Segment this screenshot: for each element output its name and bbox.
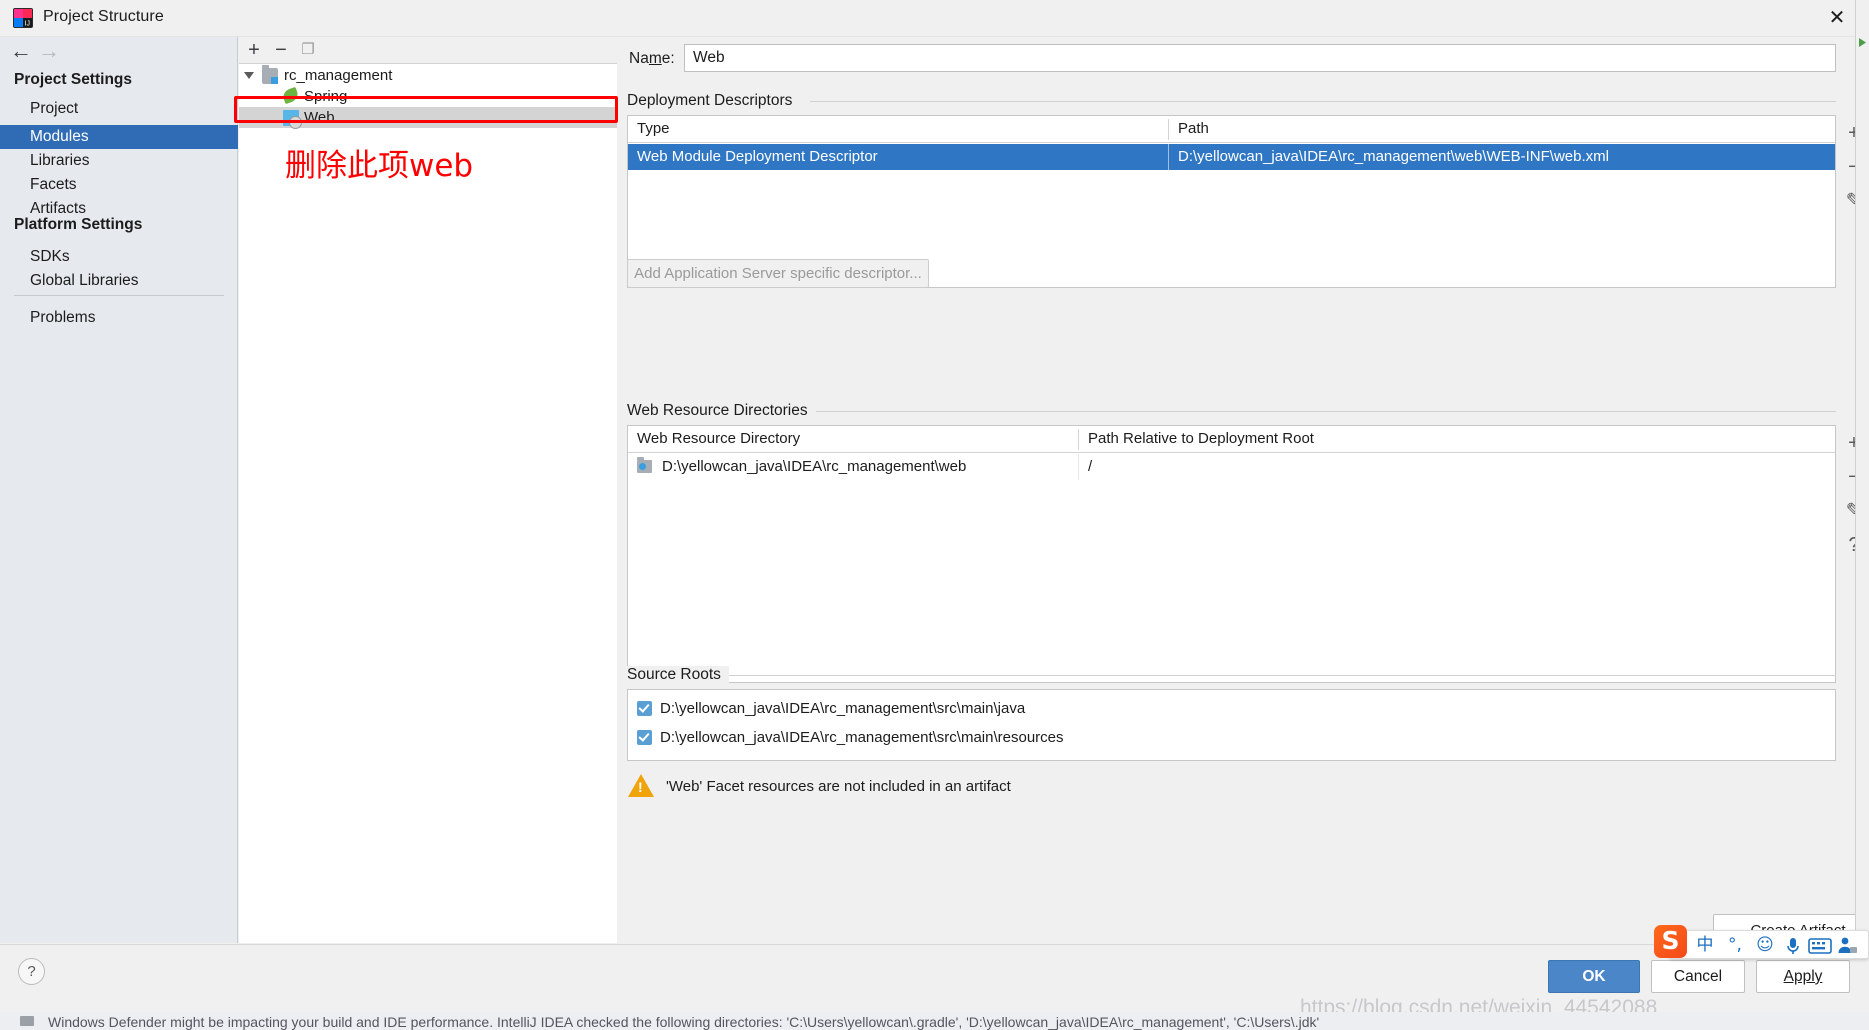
source-roots-list: D:\yellowcan_java\IDEA\rc_management\src… — [627, 689, 1836, 761]
background-window-edge — [1855, 0, 1869, 944]
chevron-down-icon[interactable] — [244, 72, 254, 79]
sidebar-item-project[interactable]: Project — [0, 97, 238, 121]
close-icon[interactable]: ✕ — [1825, 6, 1849, 30]
window-title: Project Structure — [43, 8, 164, 25]
table-header: Type Path — [628, 116, 1835, 143]
annotation-note-text: 删除此项web — [285, 148, 474, 184]
add-app-server-descriptor-button[interactable]: Add Application Server specific descript… — [627, 259, 929, 288]
tree-node-web[interactable]: Web — [239, 107, 617, 129]
column-header-web-resource-directory[interactable]: Web Resource Directory — [628, 426, 1078, 452]
source-root-path: D:\yellowcan_java\IDEA\rc_management\src… — [660, 700, 1026, 717]
nav-group-project-settings: Project Settings — [14, 71, 132, 88]
source-roots-group-label: Source Roots — [627, 666, 729, 684]
table-header: Web Resource Directory Path Relative to … — [628, 426, 1835, 453]
tree-node-label: Web — [304, 109, 335, 126]
run-arrow-icon — [1859, 38, 1866, 47]
sidebar-divider — [14, 295, 224, 296]
help-button[interactable]: ? — [18, 958, 45, 985]
group-rule — [810, 101, 1836, 102]
project-structure-dialog: IJ Project Structure ✕ ← → Project Setti… — [0, 0, 1869, 1030]
microphone-icon[interactable] — [1782, 935, 1804, 957]
tree-node-spring[interactable]: Spring — [239, 86, 617, 107]
forward-arrow-icon[interactable]: → — [36, 39, 62, 63]
ok-button[interactable]: OK — [1548, 960, 1640, 993]
sidebar-item-problems[interactable]: Problems — [0, 306, 238, 330]
tree-node-label: rc_management — [284, 67, 393, 84]
sogou-ime-logo-icon[interactable]: S — [1654, 925, 1687, 958]
table-row[interactable]: D:\yellowcan_java\IDEA\rc_management\web… — [628, 454, 1835, 480]
apply-button-label: Apply — [1783, 968, 1823, 985]
warning-triangle-icon — [628, 774, 654, 797]
web-facet-icon — [283, 110, 302, 129]
column-header-type[interactable]: Type — [628, 116, 1168, 142]
sidebar-item-modules[interactable]: Modules — [0, 125, 238, 149]
cell-type: Web Module Deployment Descriptor — [637, 148, 878, 165]
user-icon[interactable] — [1836, 935, 1858, 957]
apply-button[interactable]: Apply — [1756, 960, 1850, 993]
module-detail-panel: Name: Deployment Descriptors Type Path W… — [618, 37, 1869, 943]
sidebar-item-sdks[interactable]: SDKs — [0, 245, 238, 269]
module-tree: rc_management Spring Web — [239, 65, 617, 943]
emoji-icon[interactable]: ☺ — [1752, 933, 1778, 957]
folder-icon — [637, 457, 652, 473]
web-resource-directories-table: Web Resource Directory Path Relative to … — [627, 425, 1836, 683]
column-header-path[interactable]: Path — [1169, 116, 1835, 142]
tree-node-rc-management[interactable]: rc_management — [239, 65, 617, 86]
deployment-descriptors-group-label: Deployment Descriptors — [627, 92, 801, 110]
remove-module-button[interactable]: − — [270, 39, 292, 61]
title-bar: IJ Project Structure ✕ — [0, 0, 1869, 37]
cancel-button[interactable]: Cancel — [1651, 960, 1745, 993]
chinese-mode-icon[interactable]: 中 — [1692, 933, 1718, 957]
nav-arrow-bar: ← → — [0, 37, 238, 67]
tree-node-label: Spring — [304, 88, 348, 105]
sidebar-item-libraries[interactable]: Libraries — [0, 149, 238, 173]
name-label: Name: — [629, 50, 675, 67]
ime-toolbar: S 中 °, ☺ — [1654, 925, 1869, 959]
checkbox-checked-icon[interactable] — [637, 730, 652, 745]
table-row[interactable]: Web Module Deployment Descriptor D:\yell… — [628, 144, 1835, 170]
settings-sidebar: ← → Project Settings Project Modules Lib… — [0, 37, 238, 943]
cell-web-resource-directory: D:\yellowcan_java\IDEA\rc_management\web — [662, 458, 967, 475]
web-resource-directories-group-label: Web Resource Directories — [627, 402, 816, 420]
cell-path-relative: / — [1088, 458, 1093, 475]
group-rule — [721, 675, 1836, 676]
module-tree-toolbar: + − ❐ — [239, 37, 617, 64]
group-rule — [813, 411, 1836, 412]
column-header-path-relative[interactable]: Path Relative to Deployment Root — [1079, 426, 1835, 452]
cell-path: D:\yellowcan_java\IDEA\rc_management\web… — [1178, 148, 1609, 165]
svg-text:IJ: IJ — [25, 21, 30, 28]
sidebar-item-global-libraries[interactable]: Global Libraries — [0, 269, 238, 293]
artifact-warning-text: 'Web' Facet resources are not included i… — [666, 778, 1011, 795]
spring-leaf-icon — [281, 86, 300, 105]
sidebar-item-facets[interactable]: Facets — [0, 173, 238, 197]
status-strip-text: Windows Defender might be impacting your… — [48, 1014, 1320, 1030]
keyboard-icon[interactable] — [1808, 936, 1832, 956]
list-item[interactable]: D:\yellowcan_java\IDEA\rc_management\src… — [628, 723, 1835, 752]
module-icon — [262, 65, 278, 84]
background-status-strip: Windows Defender might be impacting your… — [0, 1012, 1869, 1030]
copy-module-button[interactable]: ❐ — [297, 39, 319, 61]
add-module-button[interactable]: + — [243, 39, 265, 61]
checkbox-checked-icon[interactable] — [637, 701, 652, 716]
back-arrow-icon[interactable]: ← — [8, 39, 34, 63]
module-name-input[interactable] — [684, 44, 1836, 72]
punctuation-icon[interactable]: °, — [1722, 933, 1748, 957]
source-root-path: D:\yellowcan_java\IDEA\rc_management\src… — [660, 729, 1064, 746]
nav-group-platform-settings: Platform Settings — [14, 216, 143, 233]
intellij-idea-icon: IJ — [13, 8, 33, 28]
notification-icon — [20, 1016, 34, 1026]
list-item[interactable]: D:\yellowcan_java\IDEA\rc_management\src… — [628, 694, 1835, 723]
